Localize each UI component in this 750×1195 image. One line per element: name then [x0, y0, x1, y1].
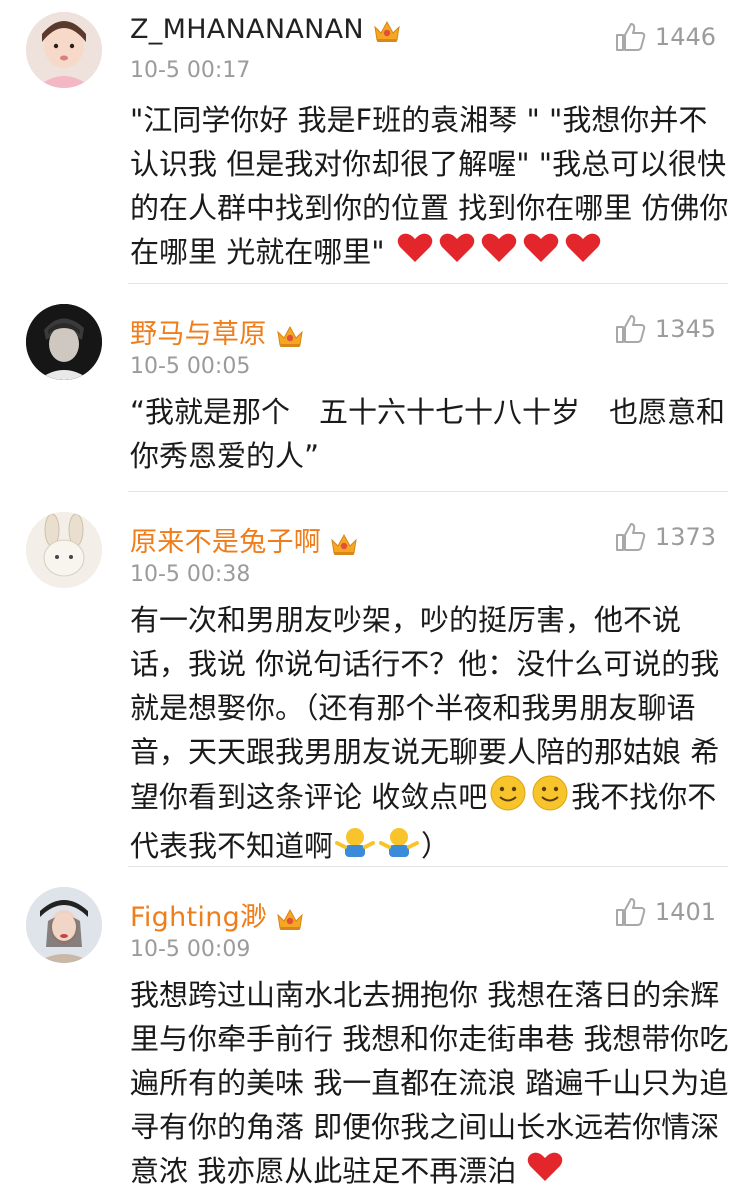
username-text[interactable]: 野马与草原: [130, 319, 267, 350]
like-button[interactable]: 1446: [613, 20, 716, 54]
comment-item: Z_MHANANANAN 10-5 00:17 1446 "江同学你好 我是F班…: [0, 0, 750, 283]
comment-time: 10-5 00:38: [130, 562, 251, 587]
comment-text: 有一次和男朋友吵架，吵的挺厉害，他不说话，我说 你说句话行不？他：没什么可说的我…: [130, 598, 730, 871]
thumbs-up-icon: [615, 315, 646, 343]
like-count: 1401: [654, 898, 716, 926]
comment-item: Fighting渺 10-5 00:09 1401 我想跨过山南水北去拥抱你 我…: [0, 867, 750, 1188]
heart-emoji: [526, 1151, 564, 1195]
comment-text: "江同学你好 我是F班的袁湘琴 " "我想你并不认识我 但是我对你却很了解喔" …: [130, 98, 730, 276]
username-text[interactable]: Z_MHANANANAN: [130, 14, 364, 45]
comment-text: “我就是那个 五十六十七十八十岁 也愿意和你秀恩爱的人”: [130, 395, 726, 473]
like-count: 1373: [654, 523, 716, 551]
heart-emoji: [396, 232, 434, 276]
like-button[interactable]: 1401: [613, 895, 716, 929]
comment-body-end: ）: [421, 829, 451, 863]
smile-emoji: [531, 774, 569, 824]
comment-time: 10-5 00:17: [130, 58, 251, 83]
like-count: 1345: [654, 315, 716, 343]
avatar[interactable]: [26, 12, 102, 88]
like-button[interactable]: 1345: [613, 312, 716, 346]
crown-icon: [275, 906, 305, 932]
comment-time: 10-5 00:09: [130, 937, 251, 962]
crown-icon: [275, 323, 305, 349]
thumbs-up-icon: [615, 23, 646, 51]
heart-emoji: [438, 232, 476, 276]
like-button[interactable]: 1373: [613, 520, 716, 554]
username-text[interactable]: Fighting渺: [130, 902, 267, 933]
avatar[interactable]: [26, 887, 102, 963]
heart-emoji: [522, 232, 560, 276]
username[interactable]: 原来不是兔子啊: [130, 520, 359, 559]
shrug-emoji: [335, 825, 376, 871]
username[interactable]: Z_MHANANANAN: [130, 14, 402, 45]
crown-icon: [372, 18, 402, 44]
smile-emoji: [489, 774, 527, 824]
comment-time: 10-5 00:05: [130, 354, 251, 379]
thumbs-up-icon: [615, 523, 646, 551]
comment-text: 我想跨过山南水北去拥抱你 我想在落日的余辉里与你牵手前行 我想和你走街串巷 我想…: [130, 973, 730, 1195]
avatar[interactable]: [26, 304, 102, 380]
like-count: 1446: [654, 23, 716, 51]
shrug-emoji: [379, 825, 420, 871]
comment-item: 原来不是兔子啊 10-5 00:38 1373 有一次和男朋友吵架，吵的挺厉害，…: [0, 492, 750, 866]
username[interactable]: Fighting渺: [130, 895, 305, 934]
crown-icon: [329, 531, 359, 557]
comment-body: 我想跨过山南水北去拥抱你 我想在落日的余辉里与你牵手前行 我想和你走街串巷 我想…: [130, 978, 729, 1188]
comment-item: 野马与草原 10-5 00:05 1345 “我就是那个 五十六十七十八十岁 也…: [0, 284, 750, 491]
username-text[interactable]: 原来不是兔子啊: [130, 527, 321, 558]
thumbs-up-icon: [615, 898, 646, 926]
username[interactable]: 野马与草原: [130, 312, 305, 351]
heart-emoji: [480, 232, 518, 276]
avatar[interactable]: [26, 512, 102, 588]
heart-emoji: [564, 232, 602, 276]
